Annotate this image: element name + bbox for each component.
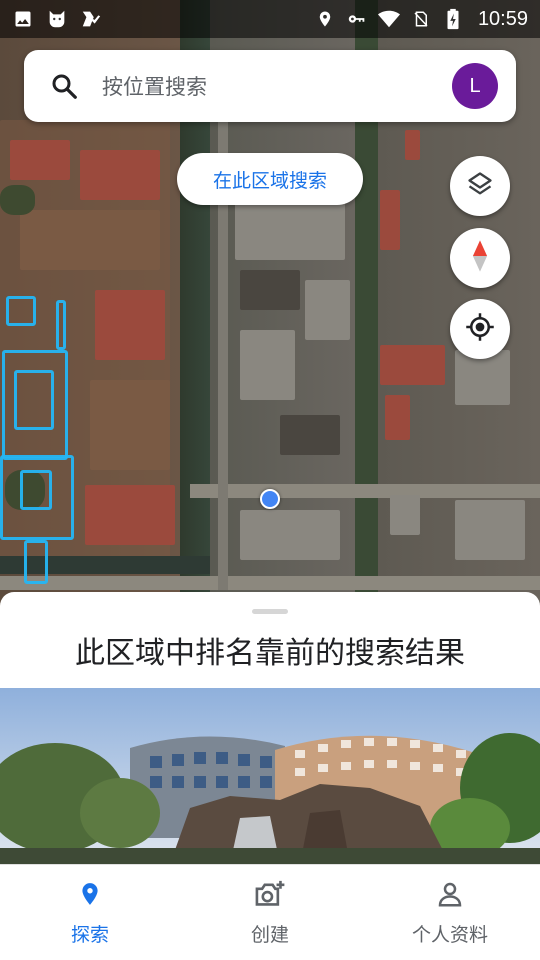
no-sim-icon: [410, 8, 432, 30]
location-pin-icon: [314, 8, 336, 30]
map-building: [385, 395, 410, 440]
layers-icon: [466, 170, 494, 202]
map-building: [85, 485, 175, 545]
map-building: [95, 290, 165, 360]
bottom-navigation: 探索 创建 个人资料: [0, 864, 540, 960]
image-icon: [12, 8, 34, 30]
map-building: [455, 500, 525, 560]
map-building: [240, 270, 300, 310]
map-building: [405, 130, 420, 160]
nav-profile[interactable]: 个人资料: [360, 865, 540, 960]
nav-create[interactable]: 创建: [180, 865, 360, 960]
compass-button[interactable]: [450, 228, 510, 288]
result-photo[interactable]: [0, 688, 540, 864]
search-input[interactable]: 按位置搜索: [102, 71, 452, 101]
key-icon: [346, 8, 368, 30]
avatar[interactable]: L: [452, 63, 498, 109]
status-time: 10:59: [477, 7, 528, 30]
nav-create-label: 创建: [250, 924, 289, 946]
map-building: [240, 510, 340, 560]
battery-charging-icon: [442, 8, 464, 30]
result-photo-image: [0, 688, 540, 864]
compass-icon: [469, 239, 491, 277]
route-trail: [20, 470, 52, 510]
map-building: [390, 495, 420, 535]
nav-explore[interactable]: 探索: [0, 865, 180, 960]
sheet-title: 此区域中排名靠前的搜索结果: [75, 636, 465, 671]
status-bar: 10:59: [0, 0, 540, 38]
map-building: [305, 280, 350, 340]
map-tree: [0, 185, 35, 215]
search-icon[interactable]: [44, 66, 84, 106]
map-building: [20, 210, 160, 270]
map-building: [380, 345, 445, 385]
check-icon: [80, 8, 102, 30]
map-building: [280, 415, 340, 455]
search-this-area-button[interactable]: 在此区域搜索: [177, 153, 363, 205]
map-building: [240, 330, 295, 400]
cat-icon: [46, 8, 68, 30]
layers-button[interactable]: [450, 156, 510, 216]
route-trail: [56, 300, 66, 350]
explore-pin-icon: [77, 878, 103, 914]
profile-icon: [435, 878, 465, 914]
route-trail: [24, 540, 48, 584]
route-trail: [6, 296, 36, 326]
sheet-drag-handle[interactable]: [252, 609, 288, 614]
add-photo-icon: [253, 878, 287, 914]
map-building: [10, 140, 70, 180]
wifi-icon: [377, 8, 400, 30]
my-location-button[interactable]: [450, 299, 510, 359]
my-location-icon: [465, 312, 495, 346]
nav-explore-label: 探索: [70, 924, 109, 946]
map-building: [235, 200, 345, 260]
bottom-sheet[interactable]: 此区域中排名靠前的搜索结果: [0, 592, 540, 864]
search-bar[interactable]: 按位置搜索 L: [24, 50, 516, 122]
route-trail: [14, 370, 54, 430]
map-road: [0, 576, 540, 590]
map-building: [90, 380, 170, 470]
nav-profile-label: 个人资料: [411, 924, 488, 946]
map-road: [190, 484, 540, 498]
map-building: [380, 190, 400, 250]
current-location-dot: [260, 489, 280, 509]
map-building: [80, 150, 160, 200]
